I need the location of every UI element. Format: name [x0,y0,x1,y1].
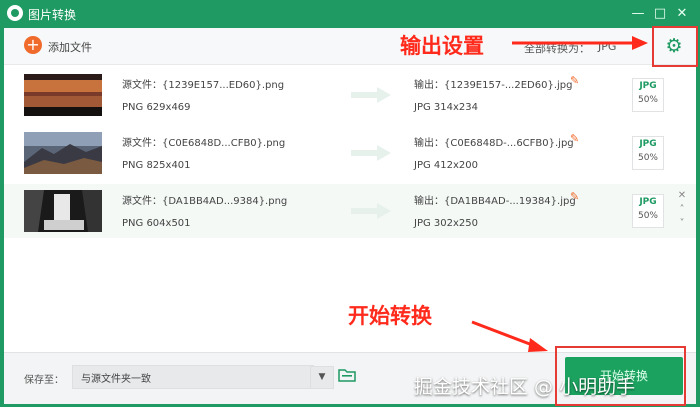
watermark: 掘金技术社区 @ 小明助手 [414,376,636,398]
annotation-arrows [471,36,648,352]
